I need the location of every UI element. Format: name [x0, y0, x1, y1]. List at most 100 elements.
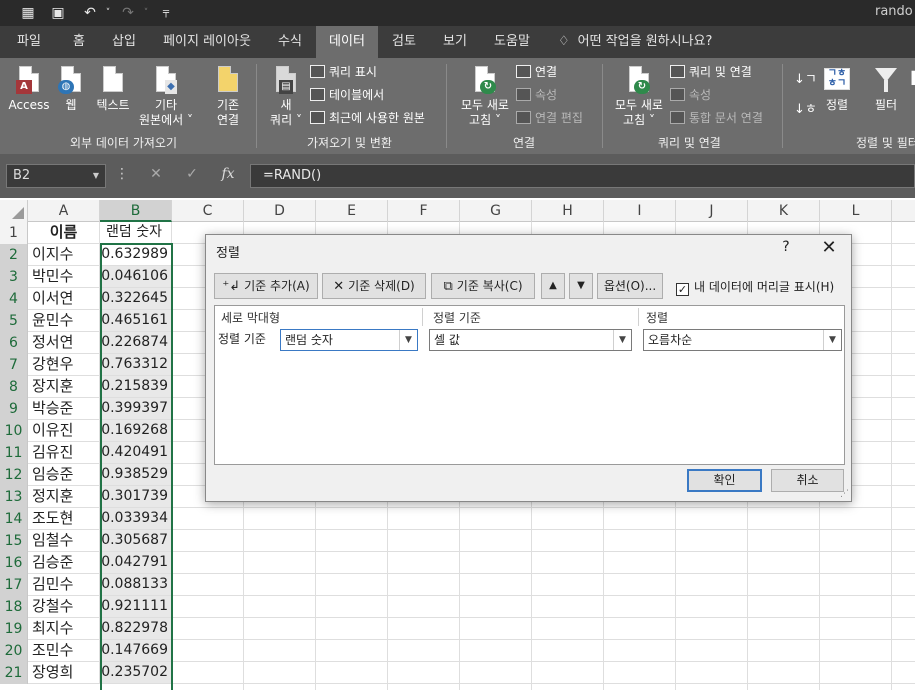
queries-connections-button[interactable]: 쿼리 및 연결 — [670, 62, 752, 82]
undo-icon[interactable]: ↶ — [80, 3, 100, 23]
cell-a17[interactable]: 김민수 — [28, 574, 100, 595]
name-box[interactable]: B2 ▼ — [6, 164, 106, 188]
tab-file[interactable]: 파일 — [0, 26, 58, 58]
tab-page-layout[interactable]: 페이지 레이아웃 — [148, 26, 266, 58]
cell-b1[interactable]: 랜덤 숫자 — [100, 222, 172, 243]
column-header-i[interactable]: I — [604, 200, 676, 222]
delete-level-button[interactable]: ✕ 기준 삭제(D) — [322, 273, 426, 299]
column-header-h[interactable]: H — [532, 200, 604, 222]
filter-button[interactable]: 필터 — [868, 66, 904, 113]
column-header-c[interactable]: C — [172, 200, 244, 222]
row-header[interactable]: 16 — [0, 552, 28, 574]
refresh-all-button[interactable]: ↻ 모두 새로 고침 ˅ — [456, 66, 514, 128]
sort-ascending-button[interactable]: ↓ㄱ — [794, 70, 817, 90]
cell-b10[interactable]: 0.169268 — [100, 420, 172, 441]
row-header[interactable]: 4 — [0, 288, 28, 310]
cell-b11[interactable]: 0.420491 — [100, 442, 172, 463]
cell-b20[interactable]: 0.147669 — [100, 640, 172, 661]
cell-b21[interactable]: 0.235702 — [100, 662, 172, 683]
cell-a18[interactable]: 강철수 — [28, 596, 100, 617]
row-header[interactable]: 18 — [0, 596, 28, 618]
row-header[interactable]: 2 — [0, 244, 28, 266]
cell-a13[interactable]: 정지훈 — [28, 486, 100, 507]
enter-icon[interactable]: ✓ — [182, 166, 202, 182]
cell-a20[interactable]: 조민수 — [28, 640, 100, 661]
column-header-e[interactable]: E — [316, 200, 388, 222]
tab-help[interactable]: 도움말 — [482, 26, 542, 58]
tab-formulas[interactable]: 수식 — [266, 26, 314, 58]
column-header-d[interactable]: D — [244, 200, 316, 222]
formula-input[interactable]: =RAND() — [250, 164, 915, 188]
cell-b6[interactable]: 0.226874 — [100, 332, 172, 353]
cell-b8[interactable]: 0.215839 — [100, 376, 172, 397]
select-all-corner[interactable] — [0, 200, 28, 222]
help-button[interactable]: ? — [778, 239, 794, 255]
row-header[interactable]: 7 — [0, 354, 28, 376]
from-table-button[interactable]: 테이블에서 — [310, 85, 384, 105]
row-header[interactable]: 13 — [0, 486, 28, 508]
column-header-j[interactable]: J — [676, 200, 748, 222]
recent-sources-button[interactable]: 최근에 사용한 원본 — [310, 108, 425, 128]
row-header[interactable]: 9 — [0, 398, 28, 420]
row-header[interactable]: 11 — [0, 442, 28, 464]
cell-a12[interactable]: 임승준 — [28, 464, 100, 485]
cell-a15[interactable]: 임철수 — [28, 530, 100, 551]
show-queries-button[interactable]: 쿼리 표시 — [310, 62, 377, 82]
options-button[interactable]: 옵션(O)... — [597, 273, 663, 299]
cell-b14[interactable]: 0.033934 — [100, 508, 172, 529]
column-header-l[interactable]: L — [820, 200, 892, 222]
cell-b12[interactable]: 0.938529 — [100, 464, 172, 485]
from-access-button[interactable]: A Access — [8, 66, 50, 113]
cell-a16[interactable]: 김승준 — [28, 552, 100, 573]
copy-level-button[interactable]: ⧉ 기준 복사(C) — [431, 273, 535, 299]
cell-b17[interactable]: 0.088133 — [100, 574, 172, 595]
more-options-icon[interactable]: ⋮ — [112, 166, 132, 182]
tab-insert[interactable]: 삽입 — [100, 26, 148, 58]
cell-a21[interactable]: 장영희 — [28, 662, 100, 683]
header-checkbox[interactable]: ✓ 내 데이터에 머리글 표시(H) — [676, 278, 834, 296]
row-header[interactable]: 5 — [0, 310, 28, 332]
cell-b3[interactable]: 0.046106 — [100, 266, 172, 287]
row-header[interactable]: 20 — [0, 640, 28, 662]
close-button[interactable]: ✕ — [819, 237, 839, 258]
cell-b13[interactable]: 0.301739 — [100, 486, 172, 507]
existing-connections-button[interactable]: 기존 연결 — [206, 66, 250, 128]
cell-b15[interactable]: 0.305687 — [100, 530, 172, 551]
cell-b4[interactable]: 0.322645 — [100, 288, 172, 309]
cell-b9[interactable]: 0.399397 — [100, 398, 172, 419]
cancel-button[interactable]: 취소 — [771, 469, 844, 492]
sort-on-select[interactable]: 셀 값 ▼ — [429, 329, 632, 351]
cell-b18[interactable]: 0.921111 — [100, 596, 172, 617]
cell-a11[interactable]: 김유진 — [28, 442, 100, 463]
tab-review[interactable]: 검토 — [380, 26, 428, 58]
cell-a8[interactable]: 장지훈 — [28, 376, 100, 397]
queries-refresh-all-button[interactable]: ↻ 모두 새로 고침 ˅ — [610, 66, 668, 128]
add-level-button[interactable]: ⁺↲ 기준 추가(A) — [214, 273, 318, 299]
column-header-a[interactable]: A — [28, 200, 100, 222]
connections-button[interactable]: 연결 — [516, 62, 557, 82]
customize-qat-icon[interactable]: ╤ — [156, 3, 176, 23]
cell-a5[interactable]: 윤민수 — [28, 310, 100, 331]
row-header[interactable]: 19 — [0, 618, 28, 640]
row-header[interactable]: 10 — [0, 420, 28, 442]
clear-filter-icon[interactable]: ▐ — [907, 68, 915, 88]
column-header-b[interactable]: B — [100, 200, 172, 222]
new-query-button[interactable]: ▤ 새 쿼리 ˅ — [266, 66, 306, 128]
tell-me-box[interactable]: ♢ 어떤 작업을 원하시나요? — [558, 26, 712, 58]
cell-a2[interactable]: 이지수 — [28, 244, 100, 265]
tab-view[interactable]: 보기 — [430, 26, 480, 58]
ok-button[interactable]: 확인 — [687, 469, 762, 492]
save-icon[interactable]: ▣ — [48, 3, 68, 23]
from-other-sources-button[interactable]: ◆ 기타 원본에서 ˅ — [134, 66, 198, 128]
cell-a4[interactable]: 이서연 — [28, 288, 100, 309]
cell-b16[interactable]: 0.042791 — [100, 552, 172, 573]
cell-a9[interactable]: 박승준 — [28, 398, 100, 419]
cell-a10[interactable]: 이유진 — [28, 420, 100, 441]
row-header[interactable]: 12 — [0, 464, 28, 486]
tab-home[interactable]: 홈 — [58, 26, 100, 58]
cell-a3[interactable]: 박민수 — [28, 266, 100, 287]
row-header[interactable]: 1 — [0, 222, 28, 244]
move-down-button[interactable]: ▼ — [569, 273, 593, 299]
row-header[interactable]: 6 — [0, 332, 28, 354]
tab-data[interactable]: 데이터 — [316, 26, 378, 58]
